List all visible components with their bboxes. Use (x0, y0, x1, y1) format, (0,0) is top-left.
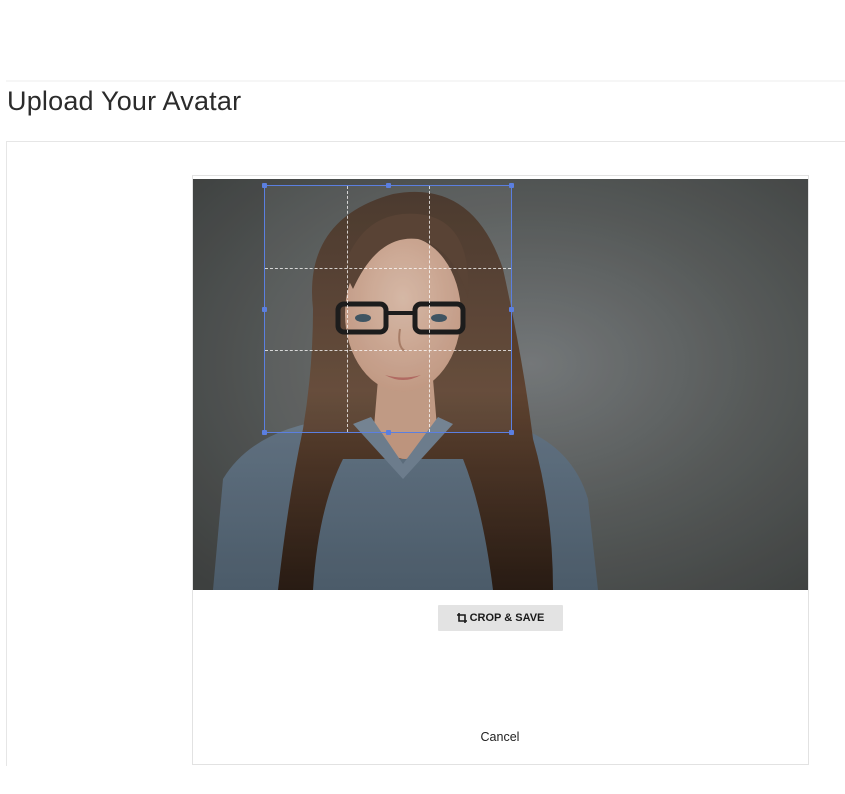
crop-handle-nw[interactable] (262, 183, 267, 188)
crop-handle-e[interactable] (509, 307, 514, 312)
page-title: Upload Your Avatar (7, 86, 242, 116)
crop-guide-line (428, 186, 430, 432)
crop-and-save-label: CROP & SAVE (469, 612, 545, 624)
crop-handle-s[interactable] (386, 430, 391, 435)
crop-handle-se[interactable] (509, 430, 514, 435)
header-divider (6, 80, 845, 82)
crop-icon (456, 613, 467, 623)
crop-guide-line (346, 186, 348, 432)
crop-selection-box[interactable] (262, 183, 514, 435)
avatar-image-canvas[interactable] (193, 179, 808, 590)
crop-handle-w[interactable] (262, 307, 267, 312)
crop-guide-line (265, 267, 511, 269)
cancel-link[interactable]: Cancel (470, 730, 530, 744)
crop-handle-ne[interactable] (509, 183, 514, 188)
crop-guide-line (265, 349, 511, 351)
crop-handle-n[interactable] (386, 183, 391, 188)
crop-handle-sw[interactable] (262, 430, 267, 435)
crop-and-save-button[interactable]: CROP & SAVE (438, 605, 563, 631)
